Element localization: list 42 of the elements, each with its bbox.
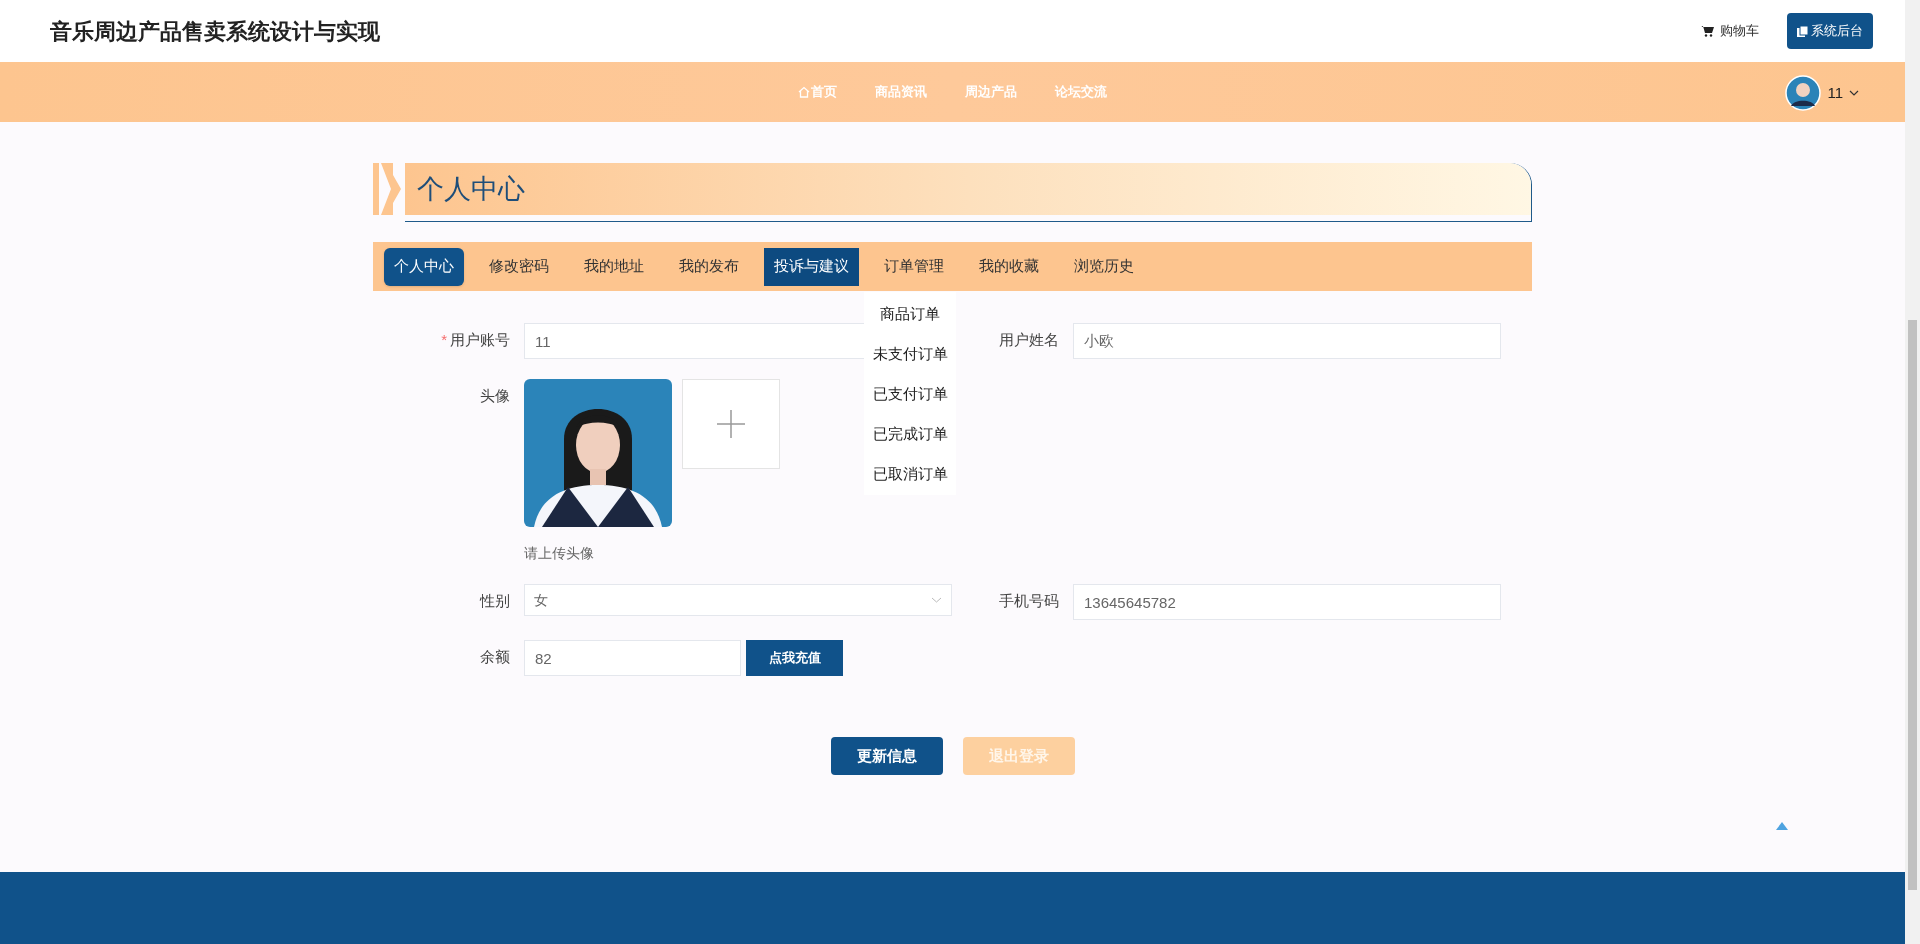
home-icon: [798, 86, 810, 98]
tab[interactable]: 修改密码: [479, 247, 559, 286]
avatar-icon: [1785, 75, 1822, 111]
update-button[interactable]: 更新信息: [830, 737, 943, 775]
field-label: 余额: [480, 647, 510, 667]
dropdown-item[interactable]: 已支付订单: [872, 374, 948, 415]
scrollbar[interactable]: [1905, 0, 1920, 944]
banner-chevron-icon: [373, 163, 401, 215]
field-label: 头像: [480, 386, 510, 406]
tab[interactable]: 我的地址: [574, 247, 654, 286]
tab[interactable]: 投诉与建议: [764, 247, 859, 286]
cart-icon: [1701, 25, 1714, 37]
dropdown-item[interactable]: 已完成订单: [872, 414, 948, 455]
copy-icon: [1797, 25, 1808, 37]
dropdown-item[interactable]: 已取消订单: [872, 454, 948, 495]
admin-button[interactable]: 系统后台: [1787, 13, 1873, 49]
plus-icon: [717, 410, 745, 438]
field-label: 用户姓名: [999, 330, 1059, 350]
banner-title: 个人中心: [417, 172, 525, 206]
tab[interactable]: 个人中心: [384, 247, 464, 286]
text-field[interactable]: 82: [524, 640, 741, 676]
text-field[interactable]: 小欧: [1073, 323, 1501, 359]
required-mark: *: [441, 330, 447, 350]
upload-hint: 请上传头像: [524, 544, 595, 563]
user-menu[interactable]: 11: [1785, 75, 1859, 111]
field-label: 性别: [480, 591, 510, 611]
field-label: 手机号码: [999, 591, 1059, 611]
scroll-top-icon[interactable]: [1776, 822, 1788, 830]
tab[interactable]: 我的发布: [669, 247, 749, 286]
tab[interactable]: 订单管理: [874, 247, 954, 286]
upload-box[interactable]: [682, 379, 780, 469]
text-field[interactable]: 13645645782: [1073, 584, 1501, 620]
cart-link[interactable]: 购物车: [1701, 21, 1759, 41]
site-title: 音乐周边产品售卖系统设计与实现: [50, 17, 380, 46]
scrollbar-thumb[interactable]: [1908, 320, 1917, 890]
tab[interactable]: 浏览历史: [1064, 247, 1144, 286]
chevron-down-icon: [931, 597, 942, 603]
field-label: 用户账号: [450, 330, 510, 350]
select-field[interactable]: 女: [524, 584, 952, 616]
tab[interactable]: 我的收藏: [969, 247, 1049, 286]
recharge-button[interactable]: 点我充值: [746, 640, 843, 676]
chevron-down-icon: [1849, 90, 1859, 96]
